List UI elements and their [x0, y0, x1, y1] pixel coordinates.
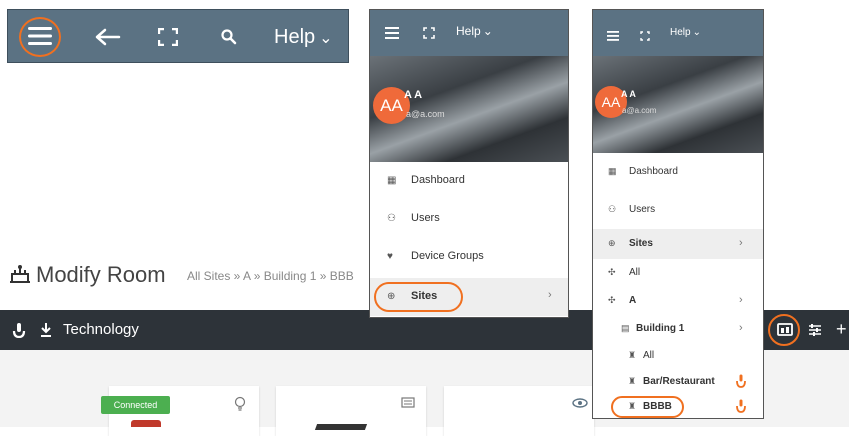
status-badge: Connected	[101, 396, 170, 414]
toolbar-collapsed: Help ⌄	[7, 9, 349, 63]
menu-item-label: Bar/Restaurant	[643, 376, 715, 387]
filter-sliders-icon[interactable]	[808, 323, 822, 337]
user-name: A A	[404, 89, 423, 101]
chevron-right-icon: ›	[739, 237, 743, 249]
chevron-right-icon: ›	[739, 294, 743, 306]
menu-item-dashboard[interactable]: ▦ Dashboard	[593, 153, 763, 191]
back-arrow-icon[interactable]	[95, 28, 121, 46]
globe-icon: ⊕	[608, 238, 616, 248]
chevron-down-icon: ⌄	[319, 30, 333, 47]
highlight-ring	[768, 314, 800, 346]
status-badge-label: Connected	[113, 400, 158, 410]
avatar-initials: AA	[601, 94, 621, 110]
download-icon[interactable]	[39, 322, 53, 338]
menu-item-label: Users	[411, 212, 440, 224]
chevron-down-icon: ⌄	[692, 27, 701, 38]
user-name: A A	[621, 89, 636, 99]
dashboard-icon: ▦	[608, 166, 617, 176]
menu-item-all-sites[interactable]: ✣ All	[593, 259, 763, 287]
avatar-initials: AA	[380, 96, 403, 115]
device-thumbnail	[314, 424, 368, 430]
search-icon[interactable]	[221, 29, 237, 45]
user-email: a@a.com	[622, 106, 657, 115]
room-icon	[8, 264, 32, 284]
highlight-ring	[374, 282, 463, 312]
touch-icon[interactable]	[12, 322, 26, 339]
touch-icon[interactable]	[736, 374, 746, 388]
drawer-header: Help ⌄	[593, 10, 763, 56]
menu-item-device-groups[interactable]: ♥ Device Groups	[370, 238, 568, 276]
fullscreen-icon[interactable]	[640, 28, 650, 41]
nav-drawer: Help ⌄ AA A A a@a.com ▦ Dashboard ⚇ Users…	[369, 9, 569, 318]
room-icon: ♜	[628, 376, 637, 386]
fullscreen-icon[interactable]	[423, 26, 435, 39]
profile-banner: AA A A a@a.com	[370, 56, 568, 162]
help-menu[interactable]: Help ⌄	[274, 24, 333, 50]
drawer-header: Help ⌄	[370, 10, 568, 56]
chevron-right-icon: ›	[548, 289, 552, 301]
menu-item-label: Sites	[629, 238, 653, 249]
breadcrumb[interactable]: All Sites » A » Building 1 » BBB	[187, 268, 354, 284]
menu-item-label: Building 1	[636, 323, 685, 334]
menu-item-label: All	[629, 267, 641, 278]
users-icon: ⚇	[608, 204, 617, 214]
help-label: Help	[456, 24, 481, 38]
menu-item-label: Dashboard	[629, 166, 678, 177]
chevron-down-icon: ⌄	[482, 24, 493, 38]
device-card[interactable]	[276, 386, 426, 436]
fullscreen-icon[interactable]	[157, 27, 179, 47]
touch-icon[interactable]	[736, 399, 746, 413]
menu-item-sites[interactable]: ⊕ Sites ›	[593, 229, 763, 259]
menu-item-dashboard[interactable]: ▦ Dashboard	[370, 162, 568, 200]
dashboard-icon: ▦	[387, 175, 397, 186]
help-label: Help	[670, 27, 691, 38]
help-menu[interactable]: Help ⌄	[670, 26, 701, 40]
highlight-ring	[611, 396, 684, 418]
menu-item-label: A	[629, 295, 637, 306]
menu-item-label: Users	[629, 204, 656, 215]
message-icon[interactable]	[401, 396, 415, 408]
chevron-right-icon: ›	[739, 322, 743, 334]
menu-item-all-rooms[interactable]: ♜ All	[593, 343, 763, 369]
toolbar-label: Technology	[63, 321, 139, 338]
user-email: a@a.com	[406, 109, 445, 119]
device-card[interactable]	[444, 386, 594, 436]
profile-banner: AA A A a@a.com	[593, 56, 763, 153]
hamburger-icon[interactable]	[607, 28, 619, 41]
nav-drawer-expanded: Help ⌄ AA A A a@a.com ▦ Dashboard ⚇ Users…	[592, 9, 764, 419]
menu-item-label: Dashboard	[411, 174, 465, 186]
highlight-ring	[19, 17, 61, 57]
menu-item-site-a[interactable]: ✣ A ›	[593, 287, 763, 315]
projector-icon[interactable]	[572, 396, 588, 408]
room-icon: ♜	[628, 350, 637, 360]
add-button[interactable]: +	[836, 317, 847, 341]
device-thumbnail	[131, 420, 161, 427]
page-title: Modify Room	[36, 262, 166, 287]
help-label: Help	[274, 26, 316, 48]
device-groups-icon: ♥	[387, 251, 393, 262]
menu-item-building-1[interactable]: ▤ Building 1 ›	[593, 315, 763, 343]
menu-item-users[interactable]: ⚇ Users	[370, 200, 568, 238]
users-icon: ⚇	[387, 213, 396, 224]
all-sites-icon: ✣	[608, 267, 616, 277]
menu-item-label: Device Groups	[411, 250, 484, 262]
menu-item-label: All	[643, 350, 655, 361]
lightbulb-icon[interactable]	[234, 396, 246, 412]
menu-item-bar-restaurant[interactable]: ♜ Bar/Restaurant	[593, 369, 763, 395]
building-icon: ▤	[621, 323, 630, 333]
menu-item-users[interactable]: ⚇ Users	[593, 191, 763, 229]
site-a-icon: ✣	[608, 295, 616, 305]
hamburger-icon[interactable]	[385, 26, 399, 39]
help-menu[interactable]: Help ⌄	[456, 23, 493, 39]
